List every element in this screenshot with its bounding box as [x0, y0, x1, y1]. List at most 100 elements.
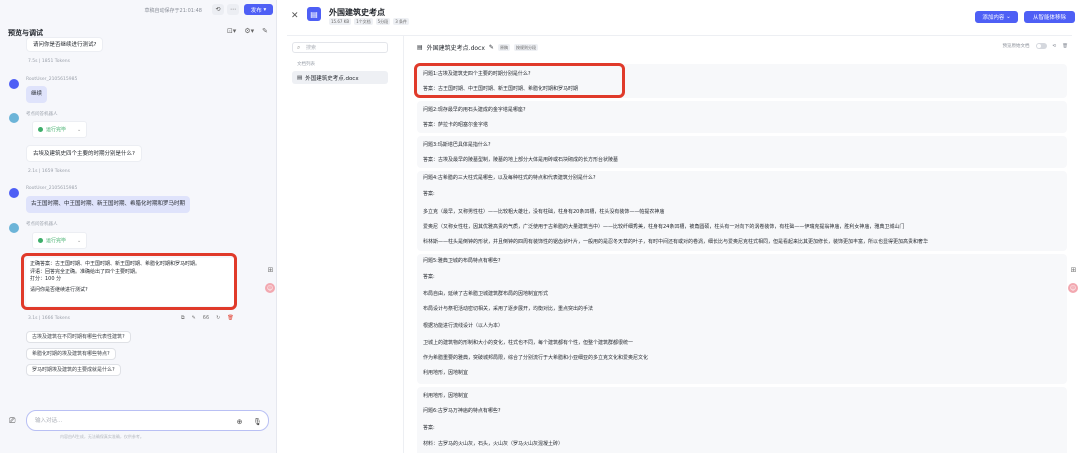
clear-chat-icon[interactable]: ⎚ [9, 416, 15, 426]
knowledge-base-stats: 15.67 KB 1个文档 5分段 3 条件 [329, 18, 410, 25]
kb-stat: 5分段 [375, 18, 391, 25]
suggestion-chip[interactable]: 希腊化时期的埃及建筑有哪些特点? [26, 348, 116, 360]
segment-card[interactable]: 问题4:古希腊的三大柱式是哪些，以及每种柱式的特点和代表建筑分别是什么? 答案:… [417, 171, 1067, 251]
edit-icon[interactable]: ✎ [489, 44, 494, 51]
segment-line: 答案：萨拉卡的昭塞尔金字塔 [423, 122, 489, 128]
document-tools: 预览原始文档 ⟲ 🗑 [1003, 43, 1068, 49]
divider [287, 35, 1072, 36]
regenerate-icon[interactable]: ↻ [216, 315, 220, 321]
close-icon[interactable]: ✕ [291, 11, 299, 21]
delete-icon[interactable]: 🗑 [1062, 44, 1068, 49]
user-message: 继续 [26, 86, 48, 103]
file-list-item[interactable]: ▤ 外国建筑史考点.docx [292, 71, 388, 84]
message-actions: ⧉ ✎ 66 ↻ 🗑 [181, 315, 234, 321]
user-avatar [9, 79, 19, 89]
layout-icon[interactable]: ⊡▾ [227, 27, 236, 35]
segment-card[interactable]: 问题3:玛斯塔巴具体是指什么? 答案：古埃及最早的陵墓型制，陵墓的地上部分大体是… [417, 136, 1067, 168]
segment-line: 问题5:雅典卫城的布局特点有哪些? [423, 258, 501, 264]
file-name: 外国建筑史考点.docx [305, 75, 359, 82]
chat-input[interactable] [35, 416, 225, 426]
segment-line: 布局设计与祭祀活动密切相关，采用了逐步展开，均衡对比，重点突出的手法 [423, 306, 594, 312]
search-input[interactable] [306, 44, 384, 52]
copy-icon[interactable]: ⧉ [181, 315, 185, 321]
disclaimer: 内容由AI生成，无法确保真实准确，仅供参考。 [60, 434, 144, 439]
segment-line: 答案: [423, 425, 435, 431]
kb-stat: 1个文档 [354, 18, 373, 25]
publish-button[interactable]: 发布 ▾ [244, 4, 273, 15]
assistant-bubble-icon[interactable]: ☺ [1068, 283, 1078, 293]
panel-tools: ⊡▾ ⚙▾ ✎ [227, 27, 268, 35]
segment-line: 问题6:古罗马万神庙的特点有哪些? [423, 408, 501, 414]
segment-line: 作为希腊重要的雅典，突破城邦局限，综合了分别流行于大希腊和小亚细亚的多立克文化和… [423, 355, 649, 361]
segment-card[interactable]: 利用地形，因地制宜 问题6:古罗马万神庙的特点有哪些? 答案: 材料：古罗马的火… [417, 387, 1067, 453]
segment-card[interactable]: 问题2:现存最早的用石头建成的金字塔是哪座? 答案：萨拉卡的昭塞尔金字塔 [417, 101, 1067, 133]
bot-name: 考点问答机器人 [26, 222, 58, 227]
message-meta: 3.1s | 1666 Tokens [28, 316, 70, 321]
more-icon[interactable]: ⋯ [227, 4, 239, 15]
file-icon: ▤ [297, 74, 303, 81]
check-icon [38, 127, 43, 132]
run-status[interactable]: 运行完毕 ⌄ [32, 232, 87, 249]
file-list-label: 文档列表 [297, 62, 315, 67]
chevron-down-icon: ⌄ [77, 126, 82, 133]
kb-stat: 3 条件 [393, 18, 410, 25]
highlight-box [21, 253, 237, 310]
doc-tag: 按规则分段 [513, 44, 538, 51]
segment-card[interactable]: 问题5:雅典卫城的布局特点有哪些? 答案: 布局自由，延续了古希腊卫城建筑群布局… [417, 254, 1067, 384]
kb-stat: 15.67 KB [329, 18, 352, 25]
segment-line: 爱奥尼（又称女性柱，因其优雅高贵的气质，广泛使用于古希腊的大量建筑当中）——比较… [423, 224, 905, 230]
run-status-label: 运行完毕 [46, 238, 67, 244]
variables-icon[interactable]: ⊞ [1069, 265, 1078, 274]
bot-name: 考点问答机器人 [26, 112, 58, 117]
variables-icon[interactable]: ⊞ [266, 265, 275, 274]
message-meta: 2.1s | 1659 Tokens [28, 169, 70, 174]
segment-line: 利用地形，因地制宜 [423, 370, 469, 376]
chat-input-box: ⊕ 🎙 [26, 410, 269, 431]
document-header: ▤ 外国建筑史考点.docx ✎ 原稿 按规则分段 [417, 43, 538, 52]
run-status[interactable]: 运行完毕 ⌄ [32, 121, 87, 138]
divider [403, 36, 404, 453]
knowledge-base-title: 外国建筑史考点 [329, 8, 385, 17]
segment-line: 布局自由，延续了古希腊卫城建筑群布局的因地制宜形式 [423, 291, 549, 297]
preview-debug-panel: 草稿自动保存于21:01:48 ⟲ ⋯ 发布 ▾ 预览与调试 ⊡▾ ⚙▾ ✎ 请… [0, 0, 277, 453]
preview-toggle[interactable] [1035, 43, 1047, 49]
bot-avatar [9, 113, 19, 123]
brush-icon[interactable]: ✎ [262, 27, 268, 35]
bot-avatar [9, 223, 19, 233]
bot-message: 请问你是否继续进行测试? [26, 37, 104, 52]
settings-icon[interactable]: ⚙▾ [244, 27, 254, 35]
user-message: 古王国时期、中王国时期、新王国时期、希腊化时期和罗马时期 [26, 196, 191, 213]
add-icon[interactable]: ⊕ [235, 417, 244, 426]
doc-tag: 原稿 [497, 44, 510, 51]
top-bar: 草稿自动保存于21:01:48 ⟲ ⋯ 发布 ▾ [0, 0, 277, 20]
segment-line: 根据功能进行流线设计（以人为本） [423, 323, 504, 329]
knowledge-base-panel: ✕ ▤ 外国建筑史考点 15.67 KB 1个文档 5分段 3 条件 添加内容 … [277, 0, 1080, 453]
segment-line: 答案：古埃及最早的陵墓型制，陵墓的地上部分大体是用砖或石块砌成的长方形台状陵墓 [423, 157, 619, 163]
quote-icon[interactable]: 66 [203, 315, 209, 321]
segment-line: 问题2:现存最早的用石头建成的金字塔是哪座? [423, 107, 526, 113]
document-name: 外国建筑史考点.docx [426, 45, 485, 52]
chevron-down-icon: ⌄ [77, 237, 82, 244]
segment-line: 问题3:玛斯塔巴具体是指什么? [423, 142, 491, 148]
suggestion-chip[interactable]: 古埃及建筑在不同时期有哪些代表性建筑? [26, 331, 131, 343]
search-box: ⌕ [292, 42, 388, 53]
segment-line: 利用地形，因地制宜 [423, 393, 469, 399]
microphone-icon[interactable]: 🎙 [253, 417, 262, 426]
document-icon: ▤ [307, 7, 321, 21]
file-icon: ▤ [417, 44, 423, 51]
publish-label: 发布 [250, 7, 262, 14]
history-icon[interactable]: ⟲ [212, 4, 224, 15]
add-content-button[interactable]: 添加内容 ⌄ [975, 11, 1018, 23]
segment-line: 问题4:古希腊的三大柱式是哪些，以及每种柱式的特点和代表建筑分别是什么? [423, 175, 596, 181]
segment-line: 卫城上的建筑物的形制和大小的变化，柱式也不同，每个建筑都有个性，但整个建筑群都很… [423, 340, 634, 346]
user-name: RootUser_2105615985 [26, 77, 78, 82]
remove-from-agent-button[interactable]: 从智能体移除 [1024, 11, 1075, 23]
search-icon: ⌕ [297, 44, 301, 51]
delete-icon[interactable]: 🗑 [227, 315, 233, 321]
message-meta: 7.5s | 1851 Tokens [28, 59, 70, 64]
suggestion-chip[interactable]: 罗马时期埃及建筑的主要成就是什么? [26, 364, 121, 376]
resegment-icon[interactable]: ⟲ [1053, 44, 1057, 49]
assistant-bubble-icon[interactable]: ☺ [265, 283, 275, 293]
segment-line: 答案: [423, 191, 435, 197]
edit-icon[interactable]: ✎ [192, 315, 196, 321]
